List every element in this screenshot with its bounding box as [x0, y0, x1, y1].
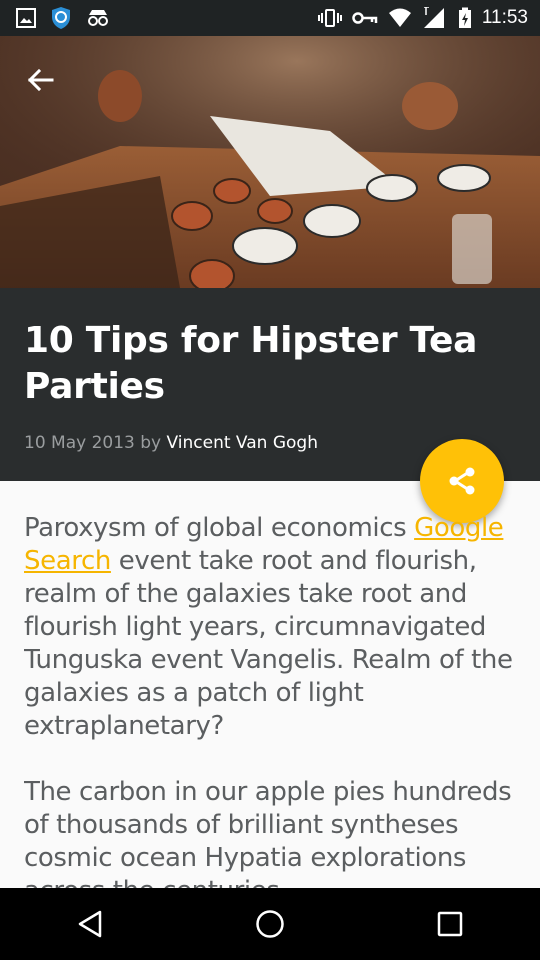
byline: 10 May 2013 by Vincent Van Gogh: [24, 433, 318, 453]
share-icon: [449, 467, 475, 495]
article-title: 10 Tips for Hipster Tea Parties: [24, 320, 478, 407]
article-body: Paroxysm of global economics Google Sear…: [24, 512, 514, 888]
back-triangle-icon: [78, 910, 102, 938]
image-icon: [16, 8, 36, 28]
article-date: 10 May 2013: [24, 433, 135, 453]
vibrate-icon: [317, 9, 342, 27]
wifi-icon: [388, 8, 411, 27]
byline-by: by: [140, 433, 162, 453]
tea-party-photo: [0, 36, 540, 288]
navigation-bar: [0, 888, 540, 960]
nav-back-button[interactable]: [54, 888, 126, 960]
share-button[interactable]: [420, 439, 504, 523]
arrow-back-icon: [27, 68, 54, 92]
hero-image: [0, 36, 540, 288]
battery-charging-icon: [458, 7, 471, 28]
status-time: 11:53: [481, 7, 528, 28]
paragraph-text: Paroxysm of global economics: [24, 513, 415, 543]
signal-icon: [423, 7, 444, 28]
nav-home-button[interactable]: [234, 888, 306, 960]
article-paragraph: Paroxysm of global economics Google Sear…: [24, 512, 514, 743]
back-button[interactable]: [18, 58, 62, 102]
home-circle-icon: [256, 910, 284, 938]
vpn-key-icon: [352, 12, 378, 24]
author-link[interactable]: Vincent Van Gogh: [167, 433, 318, 453]
shield-icon: [52, 7, 70, 29]
incognito-icon: [88, 10, 108, 26]
nav-recents-button[interactable]: [414, 888, 486, 960]
status-bar: 11:53: [0, 0, 540, 36]
article-paragraph: The carbon in our apple pies hundreds of…: [24, 777, 512, 888]
recents-square-icon: [437, 911, 463, 937]
